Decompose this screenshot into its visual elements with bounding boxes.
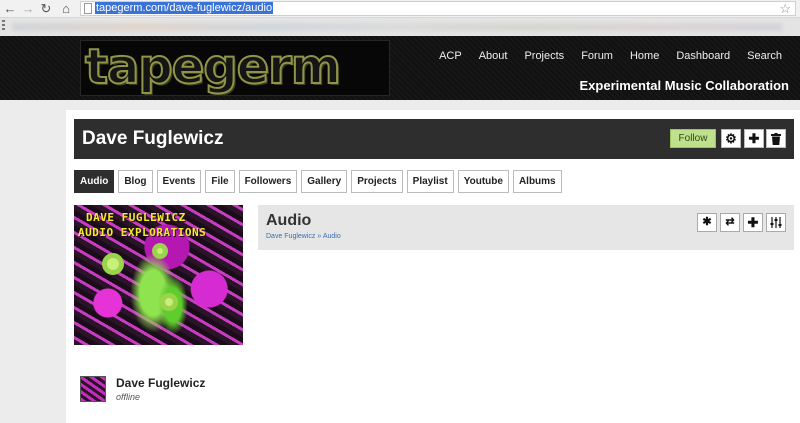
nav-about[interactable]: About xyxy=(479,50,508,62)
main-content: Dave Fuglewicz Follow ⚙ ✚ Audio Blog Eve… xyxy=(66,110,800,423)
blurred-bookmarks xyxy=(12,23,782,31)
nav-dashboard[interactable]: Dashboard xyxy=(676,50,730,62)
user-card: Dave Fuglewicz offline xyxy=(74,372,244,412)
plus-icon[interactable]: ✚ xyxy=(743,213,763,232)
breadcrumb-audio[interactable]: Audio xyxy=(323,233,341,240)
site-header: tapegerm ACP About Projects Forum Home D… xyxy=(0,36,800,100)
tab-audio[interactable]: Audio xyxy=(74,170,115,193)
home-icon[interactable]: ⌂ xyxy=(58,1,74,17)
nav-search[interactable]: Search xyxy=(747,50,782,62)
profile-tabs: Audio Blog Events File Followers Gallery… xyxy=(74,170,562,193)
image-disc xyxy=(152,243,168,259)
follow-button[interactable]: Follow xyxy=(670,129,716,148)
page-title: Dave Fuglewicz xyxy=(82,128,224,149)
nav-acp[interactable]: ACP xyxy=(439,50,462,62)
trash-icon[interactable] xyxy=(766,129,786,148)
nav-forum[interactable]: Forum xyxy=(581,50,613,62)
shuffle-icon[interactable]: ⇄ xyxy=(720,213,740,232)
user-name[interactable]: Dave Fuglewicz xyxy=(116,376,205,390)
profile-header: Dave Fuglewicz Follow ⚙ ✚ xyxy=(74,119,794,159)
profile-image[interactable]: DAVE FUGLEWICZ AUDIO EXPLORATIONS xyxy=(74,205,243,345)
url-text[interactable]: tapegerm.com/dave-fuglewicz/audio xyxy=(95,2,274,15)
image-disc xyxy=(102,253,124,275)
tab-events[interactable]: Events xyxy=(156,170,202,193)
apps-icon[interactable] xyxy=(2,20,5,32)
bookmarks-bar xyxy=(0,18,800,36)
breadcrumb-user[interactable]: Dave Fuglewicz xyxy=(266,233,315,240)
tab-albums[interactable]: Albums xyxy=(512,170,562,193)
back-icon[interactable]: ← xyxy=(2,1,18,17)
tab-playlist[interactable]: Playlist xyxy=(406,170,454,193)
tab-youtube[interactable]: Youtube xyxy=(457,170,509,193)
audio-section-header: Audio Dave Fuglewicz » Audio ✱ ⇄ ✚ xyxy=(258,205,794,250)
forward-icon[interactable]: → xyxy=(20,1,36,17)
tab-projects[interactable]: Projects xyxy=(351,170,403,193)
site-tagline: Experimental Music Collaboration xyxy=(579,78,790,93)
tab-blog[interactable]: Blog xyxy=(118,170,153,193)
gear-icon[interactable]: ⚙ xyxy=(721,129,741,148)
reload-icon[interactable]: ↻ xyxy=(38,1,54,17)
breadcrumb: Dave Fuglewicz » Audio xyxy=(266,233,341,240)
page-icon xyxy=(84,3,92,14)
section-title: Audio xyxy=(266,212,312,229)
asterisk-icon[interactable]: ✱ xyxy=(697,213,717,232)
tab-file[interactable]: File xyxy=(205,170,235,193)
nav-projects[interactable]: Projects xyxy=(524,50,564,62)
sliders-icon[interactable] xyxy=(766,213,786,232)
tab-gallery[interactable]: Gallery xyxy=(301,170,348,193)
image-caption-line1: DAVE FUGLEWICZ xyxy=(86,211,186,224)
site-logo[interactable]: tapegerm xyxy=(80,40,390,96)
image-caption-line2: AUDIO EXPLORATIONS xyxy=(78,226,207,239)
user-status: offline xyxy=(116,392,141,402)
top-nav: ACP About Projects Forum Home Dashboard … xyxy=(439,50,782,62)
nav-home[interactable]: Home xyxy=(630,50,659,62)
logo-text: tapegerm xyxy=(84,40,342,95)
avatar[interactable] xyxy=(80,376,106,402)
plus-icon[interactable]: ✚ xyxy=(744,129,764,148)
browser-toolbar: ← → ↻ ⌂ tapegerm.com/dave-fuglewicz/audi… xyxy=(0,0,800,18)
address-bar[interactable]: tapegerm.com/dave-fuglewicz/audio ☆ xyxy=(80,1,796,16)
tab-followers[interactable]: Followers xyxy=(238,170,298,193)
image-disc xyxy=(160,293,178,311)
breadcrumb-separator: » xyxy=(317,233,322,240)
star-icon[interactable]: ☆ xyxy=(779,1,791,17)
